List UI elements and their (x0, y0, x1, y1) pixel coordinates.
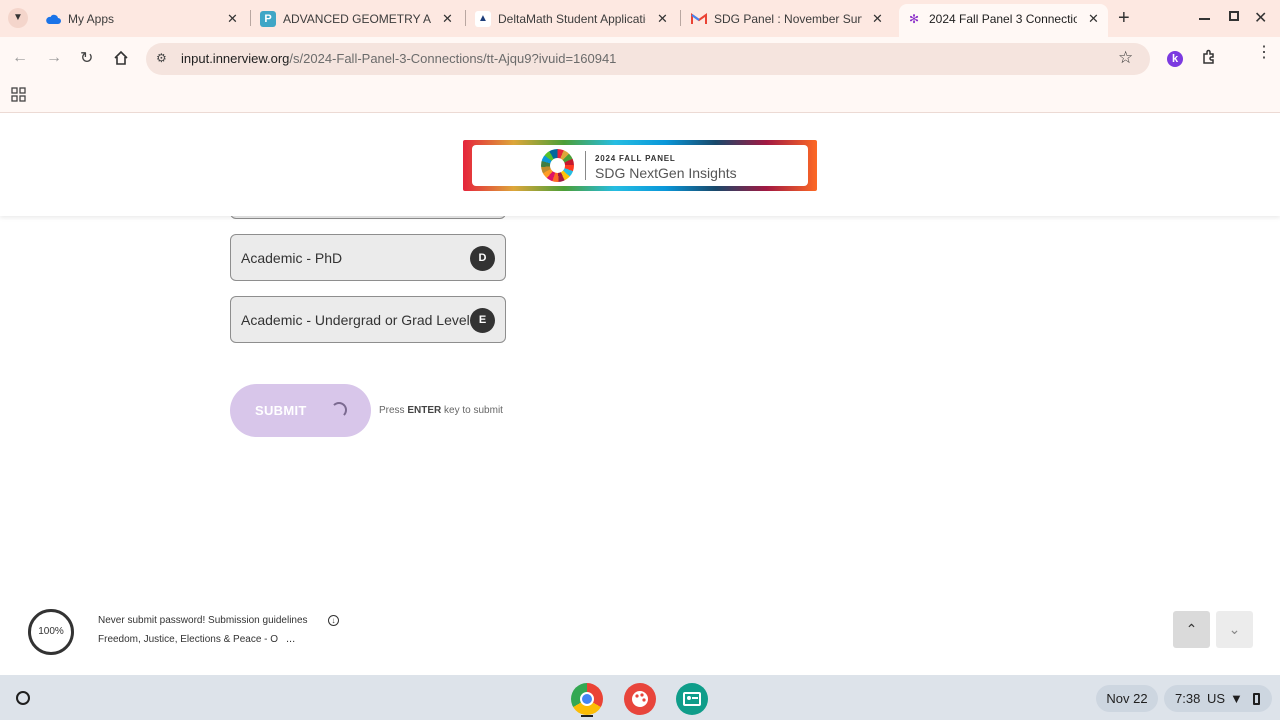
date-pill[interactable]: Nov 22 (1096, 685, 1158, 712)
profile-avatar[interactable]: k (1167, 51, 1183, 67)
tab-title: DeltaMath Student Applicatio (498, 11, 646, 26)
site-info-icon[interactable]: ⚙ (156, 51, 167, 65)
chrome-app-icon[interactable] (571, 683, 603, 715)
tab-title: ADVANCED GEOMETRY A: Se (283, 11, 431, 26)
forward-icon[interactable]: → (46, 49, 62, 67)
pear-deck-icon: P (260, 10, 276, 27)
close-icon[interactable]: ✕ (227, 11, 238, 27)
address-bar[interactable]: ⚙ input.innerview.org/s/2024-Fall-Panel-… (146, 43, 1150, 75)
gmail-icon (691, 11, 707, 27)
close-window-icon[interactable]: ✕ (1254, 8, 1267, 28)
progress-percent: 100% (38, 626, 64, 637)
choice-option-e[interactable]: Academic - Undergrad or Grad Level E (230, 296, 506, 343)
browser-toolbar: ← → ↻ ⚙ input.innerview.org/s/2024-Fall-… (0, 37, 1280, 81)
new-tab-button[interactable]: + (1118, 7, 1130, 30)
submit-hint: Press ENTER key to submit (379, 405, 503, 416)
os-shelf: Nov 22 7:38 US ▼ (0, 675, 1280, 720)
region-label: US (1207, 691, 1226, 706)
innerview-icon: ✻ (908, 11, 920, 26)
url-text: input.innerview.org/s/2024-Fall-Panel-3-… (181, 51, 617, 66)
sdg-wheel-logo (541, 149, 574, 182)
download-info-icon[interactable]: ↓ (328, 615, 339, 626)
apps-grid-icon[interactable] (11, 87, 26, 107)
more-ellipsis[interactable]: ... (286, 633, 295, 645)
choice-key-badge: E (470, 308, 495, 333)
launcher-icon[interactable] (16, 691, 30, 705)
canvas-paint-app-icon[interactable] (624, 683, 656, 715)
back-icon[interactable]: ← (12, 49, 28, 67)
scroll-up-button[interactable]: ⌃ (1173, 611, 1210, 648)
section-title: Freedom, Justice, Elections & Peace - O (98, 634, 279, 645)
tab-title: My Apps (68, 11, 115, 26)
menu-kebab-icon[interactable]: ⋮ (1256, 45, 1272, 61)
close-icon[interactable]: ✕ (872, 11, 883, 27)
battery-icon (1253, 693, 1260, 705)
onedrive-cloud-icon (45, 11, 61, 27)
tab-deltamath[interactable]: ▲ DeltaMath Student Applicatio ✕ (475, 6, 671, 31)
choice-key-badge: D (470, 246, 495, 271)
close-icon[interactable]: ✕ (442, 11, 453, 27)
active-app-indicator (581, 715, 593, 717)
survey-page: 2024 FALL PANEL SDG NextGen Insights Aca… (0, 113, 1280, 675)
tab-search-button[interactable]: ▼ (8, 8, 28, 28)
tab-title: 2024 Fall Panel 3 Connection (929, 11, 1077, 26)
home-icon[interactable] (113, 50, 129, 71)
extensions-icon[interactable] (1201, 49, 1217, 70)
survey-header: 2024 FALL PANEL SDG NextGen Insights (0, 113, 1280, 216)
choice-label: Academic - Undergrad or Grad Level (241, 312, 470, 328)
status-tray[interactable]: 7:38 US ▼ (1164, 685, 1272, 712)
deltamath-cap-icon: ▲ (475, 10, 491, 27)
tab-sdg-panel-gmail[interactable]: SDG Panel : November Surve ✕ (691, 6, 887, 31)
clock-time: 7:38 (1175, 691, 1201, 706)
close-icon[interactable]: ✕ (657, 11, 668, 27)
sdg-banner: 2024 FALL PANEL SDG NextGen Insights (463, 140, 817, 191)
minimize-icon[interactable] (1199, 18, 1210, 20)
close-icon[interactable]: ✕ (1088, 11, 1099, 27)
tab-strip: ▼ My Apps ✕ P ADVANCED GEOMETRY A: Se ✕ … (0, 0, 1280, 37)
progress-indicator: 100% (28, 609, 74, 655)
wifi-icon: ▼ (1230, 691, 1243, 706)
scroll-down-button[interactable]: ⌄ (1216, 611, 1253, 648)
submit-label: SUBMIT (255, 403, 307, 418)
banner-title: SDG NextGen Insights (595, 165, 737, 181)
banner-subtitle: 2024 FALL PANEL (595, 154, 676, 163)
reload-icon[interactable]: ↻ (80, 48, 93, 68)
loading-spinner-icon (331, 402, 347, 418)
submit-button[interactable]: SUBMIT (230, 384, 371, 437)
tab-my-apps[interactable]: My Apps ✕ (45, 6, 241, 31)
tab-advanced-geometry[interactable]: P ADVANCED GEOMETRY A: Se ✕ (260, 6, 456, 31)
restore-icon[interactable] (1229, 11, 1239, 21)
bookmark-star-icon[interactable]: ☆ (1118, 48, 1133, 68)
bookmarks-bar (0, 81, 1280, 113)
tab-title: SDG Panel : November Surve (714, 11, 862, 26)
choice-label: Academic - PhD (241, 250, 343, 266)
submission-guidelines-link[interactable]: Never submit password! Submission guidel… (98, 615, 308, 626)
classroom-app-icon[interactable] (676, 683, 708, 715)
choice-option-d[interactable]: Academic - PhD D (230, 234, 506, 281)
tab-2024-fall-panel[interactable]: ✻ 2024 Fall Panel 3 Connection ✕ (899, 4, 1108, 37)
